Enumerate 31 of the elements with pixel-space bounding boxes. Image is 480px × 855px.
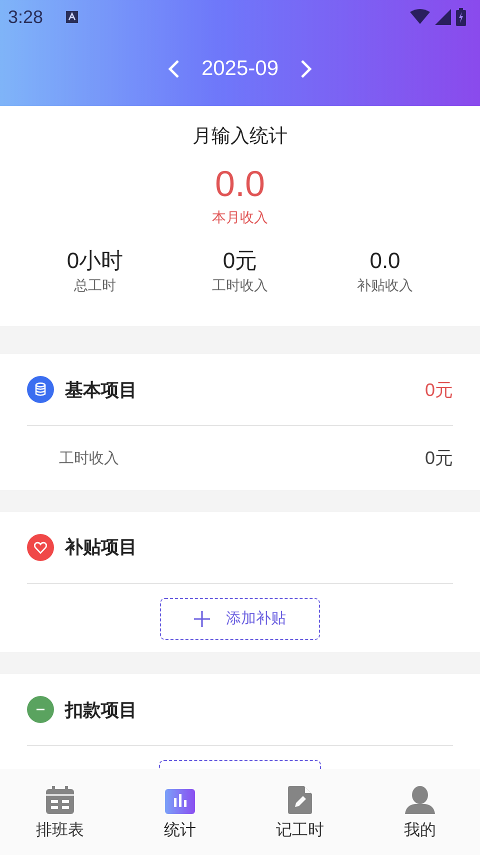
- document-edit-icon: [288, 786, 312, 814]
- stat-value: 0.0: [370, 247, 400, 276]
- status-time: 3:28: [8, 6, 44, 28]
- calendar-icon: [46, 786, 74, 814]
- person-icon: [405, 786, 435, 814]
- income-amount: 0.0: [214, 163, 266, 206]
- battery-icon: [456, 8, 466, 26]
- tab[interactable]: 我的: [360, 769, 480, 855]
- section-title: 补贴项目: [65, 536, 137, 560]
- wifi-icon: [410, 9, 430, 25]
- stat-label: 补贴收入: [357, 277, 413, 296]
- section-total: 0元: [424, 378, 453, 402]
- signal-icon: [435, 9, 451, 25]
- tab[interactable]: 记工时: [240, 769, 360, 855]
- tab[interactable]: 统计: [120, 769, 240, 855]
- keyboard-icon: [66, 11, 78, 23]
- stat-label: 工时收入: [212, 277, 268, 296]
- plus-icon: [194, 610, 210, 627]
- summary-title: 月输入统计: [192, 124, 288, 150]
- row-label: 工时收入: [59, 448, 119, 468]
- row-value: 0元: [424, 447, 453, 470]
- month-label: 2025-09: [201, 57, 279, 82]
- income-label: 本月收入: [212, 209, 268, 228]
- add-subsidy-button[interactable]: 添加补贴: [160, 598, 320, 640]
- stat-label: 总工时: [74, 277, 116, 296]
- stat-value: 0小时: [66, 247, 124, 276]
- section-title: 基本项目: [65, 378, 137, 402]
- section-title: 扣款项目: [65, 698, 137, 722]
- tab[interactable]: 排班表: [0, 769, 120, 855]
- bar-chart-icon: [165, 789, 195, 814]
- stat-value: 0元: [222, 247, 258, 276]
